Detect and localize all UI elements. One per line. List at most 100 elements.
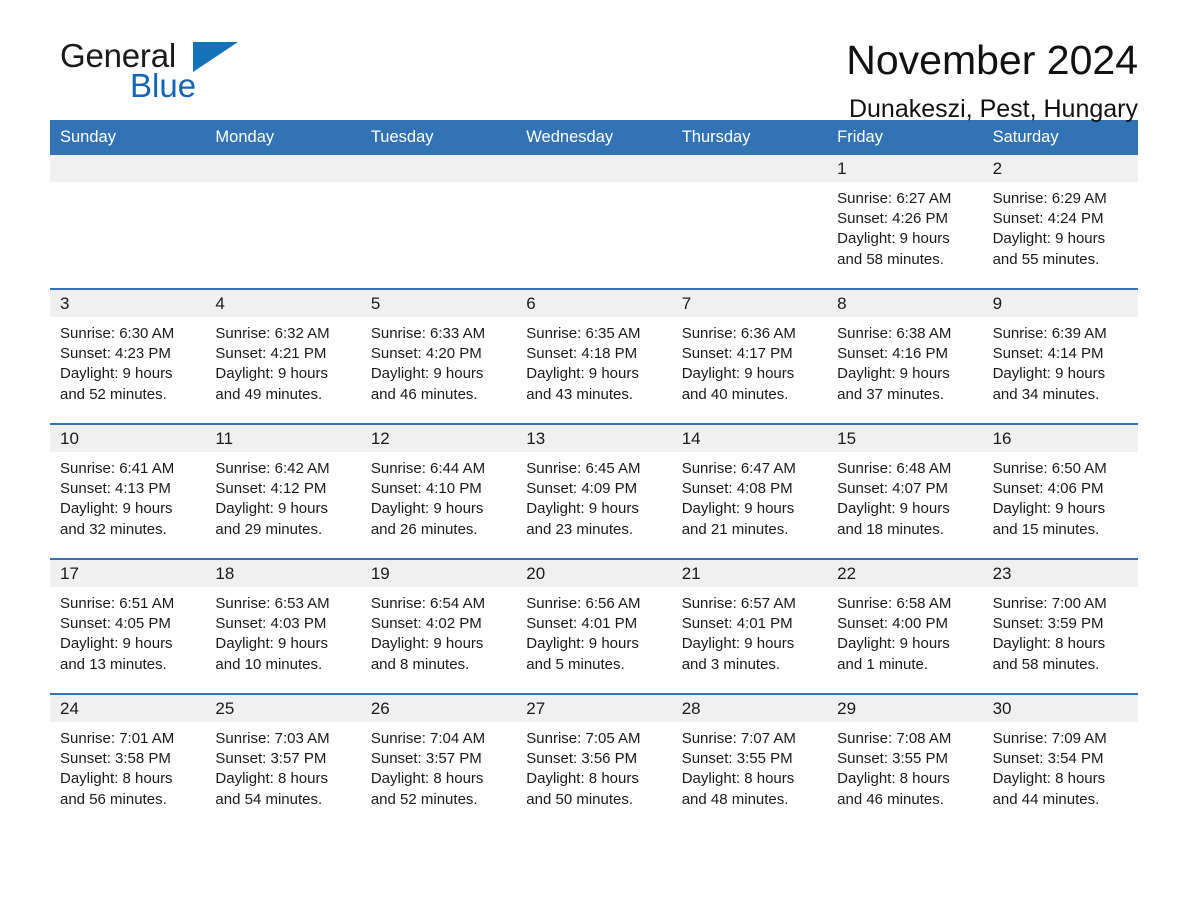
sunrise-text: Sunrise: 6:38 AM bbox=[837, 325, 952, 342]
day-details: Sunrise: 6:44 AM Sunset: 4:10 PM Daylight:… bbox=[361, 452, 516, 540]
calendar-day-cell[interactable]: 1 Sunrise: 6:27 AM Sunset: 4:26 PM Daylight… bbox=[827, 155, 983, 288]
day-number-band: 14 bbox=[671, 425, 828, 452]
calendar-day-cell[interactable]: 2 Sunrise: 6:29 AM Sunset: 4:24 PM Daylight… bbox=[982, 155, 1138, 288]
calendar-day-cell[interactable]: 10 Sunrise: 6:41 AM Sunset: 4:13 PM Dayligh… bbox=[50, 425, 206, 558]
sunrise-text: Sunrise: 6:30 AM bbox=[60, 325, 175, 342]
sunrise-text: Sunrise: 6:27 AM bbox=[837, 190, 952, 207]
day-number: 3 bbox=[60, 293, 70, 313]
daylight-text-line1: Daylight: 9 hours bbox=[215, 365, 328, 383]
calendar-day-cell[interactable]: 20 Sunrise: 6:56 AM Sunset: 4:01 PM Dayligh… bbox=[516, 560, 672, 693]
calendar-day-cell[interactable]: 12 Sunrise: 6:44 AM Sunset: 4:10 PM Dayligh… bbox=[360, 425, 517, 558]
calendar-day-cell[interactable]: 23 Sunrise: 7:00 AM Sunset: 3:59 PM Dayligh… bbox=[982, 560, 1138, 693]
day-number: 13 bbox=[526, 428, 546, 448]
sunrise-text: Sunrise: 6:42 AM bbox=[215, 460, 330, 477]
page-header: General Blue November 2024 Dunakeszi, Pe… bbox=[50, 0, 1138, 123]
sunrise-text: Sunrise: 6:45 AM bbox=[526, 460, 641, 477]
calendar-day-cell[interactable]: 21 Sunrise: 6:57 AM Sunset: 4:01 PM Dayligh… bbox=[671, 560, 828, 693]
calendar-day-cell[interactable]: 30 Sunrise: 7:09 AM Sunset: 3:54 PM Dayligh… bbox=[982, 695, 1138, 828]
sunrise-text: Sunrise: 6:41 AM bbox=[60, 460, 175, 477]
daylight-text-line2: and 1 minute. bbox=[837, 655, 929, 673]
calendar-day-cell[interactable]: 29 Sunrise: 7:08 AM Sunset: 3:55 PM Dayligh… bbox=[827, 695, 983, 828]
calendar-day-cell[interactable]: 14 Sunrise: 6:47 AM Sunset: 4:08 PM Dayligh… bbox=[671, 425, 828, 558]
calendar-day-cell[interactable]: 26 Sunrise: 7:04 AM Sunset: 3:57 PM Dayligh… bbox=[360, 695, 517, 828]
day-details: Sunrise: 6:29 AM Sunset: 4:24 PM Daylight:… bbox=[983, 182, 1138, 270]
calendar-day-cell-empty bbox=[671, 155, 828, 288]
daylight-text-line2: and 34 minutes. bbox=[992, 385, 1100, 403]
daylight-text-line1: Daylight: 8 hours bbox=[681, 770, 795, 788]
calendar-day-cell[interactable]: 28 Sunrise: 7:07 AM Sunset: 3:55 PM Dayligh… bbox=[671, 695, 828, 828]
day-details: Sunrise: 6:32 AM Sunset: 4:21 PM Daylight:… bbox=[205, 317, 360, 405]
daylight-text-line1: Daylight: 9 hours bbox=[215, 635, 328, 653]
calendar-day-cell[interactable]: 6 Sunrise: 6:35 AM Sunset: 4:18 PM Daylight… bbox=[516, 290, 672, 423]
sunset-text: Sunset: 4:21 PM bbox=[215, 345, 327, 363]
title-block: November 2024 Dunakeszi, Pest, Hungary bbox=[846, 36, 1138, 125]
day-number-band: 1 bbox=[827, 155, 983, 182]
day-number: 9 bbox=[992, 293, 1003, 313]
day-details: Sunrise: 6:39 AM Sunset: 4:14 PM Daylight:… bbox=[983, 317, 1138, 405]
day-details: Sunrise: 6:38 AM Sunset: 4:16 PM Daylight:… bbox=[827, 317, 982, 405]
sunset-text: Sunset: 4:08 PM bbox=[681, 480, 793, 498]
calendar-day-cell[interactable]: 27 Sunrise: 7:05 AM Sunset: 3:56 PM Dayligh… bbox=[516, 695, 672, 828]
calendar-day-cell[interactable]: 4 Sunrise: 6:32 AM Sunset: 4:21 PM Daylight… bbox=[205, 290, 361, 423]
sunrise-text: Sunrise: 6:56 AM bbox=[526, 595, 641, 612]
day-details: Sunrise: 6:57 AM Sunset: 4:01 PM Daylight:… bbox=[672, 587, 827, 675]
day-number: 27 bbox=[526, 698, 546, 718]
sunset-text: Sunset: 4:07 PM bbox=[837, 480, 949, 498]
calendar-day-cell[interactable]: 24 Sunrise: 7:01 AM Sunset: 3:58 PM Dayligh… bbox=[50, 695, 206, 828]
day-number-band: 20 bbox=[516, 560, 672, 587]
daylight-text-line2: and 52 minutes. bbox=[370, 790, 478, 808]
day-number-band: 12 bbox=[360, 425, 517, 452]
day-number-band: 15 bbox=[827, 425, 983, 452]
day-number-band: 5 bbox=[360, 290, 517, 317]
daylight-text-line2: and 54 minutes. bbox=[215, 790, 323, 808]
day-number-band: 4 bbox=[205, 290, 361, 317]
calendar-day-cell[interactable]: 9 Sunrise: 6:39 AM Sunset: 4:14 PM Daylight… bbox=[982, 290, 1138, 423]
daylight-text-line2: and 44 minutes. bbox=[992, 790, 1100, 808]
calendar-day-cell[interactable]: 15 Sunrise: 6:48 AM Sunset: 4:07 PM Dayligh… bbox=[827, 425, 983, 558]
day-number: 8 bbox=[837, 293, 847, 313]
weekday-header-sunday: Sunday bbox=[60, 128, 116, 146]
calendar-day-cell[interactable]: 17 Sunrise: 6:51 AM Sunset: 4:05 PM Dayligh… bbox=[50, 560, 206, 693]
calendar-day-cell[interactable]: 13 Sunrise: 6:45 AM Sunset: 4:09 PM Dayligh… bbox=[516, 425, 672, 558]
day-number-band: 2 bbox=[982, 155, 1138, 182]
day-number: 16 bbox=[992, 428, 1012, 448]
daylight-text-line1: Daylight: 9 hours bbox=[60, 635, 173, 653]
weekday-header-tuesday: Tuesday bbox=[370, 128, 434, 146]
sunset-text: Sunset: 4:16 PM bbox=[837, 345, 949, 363]
calendar-day-cell[interactable]: 19 Sunrise: 6:54 AM Sunset: 4:02 PM Dayligh… bbox=[360, 560, 517, 693]
calendar-day-cell[interactable]: 5 Sunrise: 6:33 AM Sunset: 4:20 PM Daylight… bbox=[360, 290, 517, 423]
sunrise-text: Sunrise: 6:48 AM bbox=[837, 460, 952, 477]
sunrise-text: Sunrise: 6:33 AM bbox=[370, 325, 486, 342]
calendar-day-cell[interactable]: 3 Sunrise: 6:30 AM Sunset: 4:23 PM Daylight… bbox=[50, 290, 206, 423]
sunset-text: Sunset: 3:56 PM bbox=[526, 750, 638, 768]
calendar-day-cell[interactable]: 11 Sunrise: 6:42 AM Sunset: 4:12 PM Dayligh… bbox=[205, 425, 361, 558]
daylight-text-line2: and 46 minutes. bbox=[370, 385, 478, 403]
daylight-text-line1: Daylight: 9 hours bbox=[681, 365, 795, 383]
sunrise-text: Sunrise: 6:32 AM bbox=[215, 325, 330, 342]
calendar-day-cell[interactable]: 8 Sunrise: 6:38 AM Sunset: 4:16 PM Daylight… bbox=[827, 290, 983, 423]
daylight-text-line1: Daylight: 9 hours bbox=[60, 365, 173, 383]
calendar-day-cell[interactable]: 22 Sunrise: 6:58 AM Sunset: 4:00 PM Dayligh… bbox=[827, 560, 983, 693]
day-number: 4 bbox=[215, 293, 225, 313]
calendar-day-cell[interactable]: 16 Sunrise: 6:50 AM Sunset: 4:06 PM Dayligh… bbox=[982, 425, 1138, 558]
day-number: 5 bbox=[370, 293, 381, 313]
calendar-day-cell[interactable]: 7 Sunrise: 6:36 AM Sunset: 4:17 PM Daylight… bbox=[671, 290, 828, 423]
daylight-text-line2: and 43 minutes. bbox=[526, 385, 634, 403]
daylight-text-line2: and 13 minutes. bbox=[60, 655, 167, 673]
daylight-text-line1: Daylight: 9 hours bbox=[526, 635, 639, 653]
day-number: 23 bbox=[992, 563, 1012, 583]
daylight-text-line1: Daylight: 8 hours bbox=[370, 770, 484, 788]
daylight-text-line2: and 10 minutes. bbox=[215, 655, 323, 673]
brand-logo[interactable]: General Blue bbox=[50, 38, 310, 104]
sunrise-text: Sunrise: 6:50 AM bbox=[992, 460, 1107, 477]
daylight-text-line1: Daylight: 9 hours bbox=[60, 500, 173, 518]
calendar-day-cell[interactable]: 25 Sunrise: 7:03 AM Sunset: 3:57 PM Dayligh… bbox=[205, 695, 361, 828]
day-details: Sunrise: 6:48 AM Sunset: 4:07 PM Daylight:… bbox=[827, 452, 982, 540]
day-number-band: 21 bbox=[671, 560, 828, 587]
day-number: 26 bbox=[370, 698, 390, 718]
daylight-text-line2: and 55 minutes. bbox=[992, 250, 1100, 268]
daylight-text-line1: Daylight: 8 hours bbox=[60, 770, 173, 788]
weekday-header-wednesday: Wednesday bbox=[526, 128, 614, 146]
calendar-day-cell[interactable]: 18 Sunrise: 6:53 AM Sunset: 4:03 PM Dayligh… bbox=[205, 560, 361, 693]
sunrise-text: Sunrise: 6:29 AM bbox=[992, 190, 1107, 207]
